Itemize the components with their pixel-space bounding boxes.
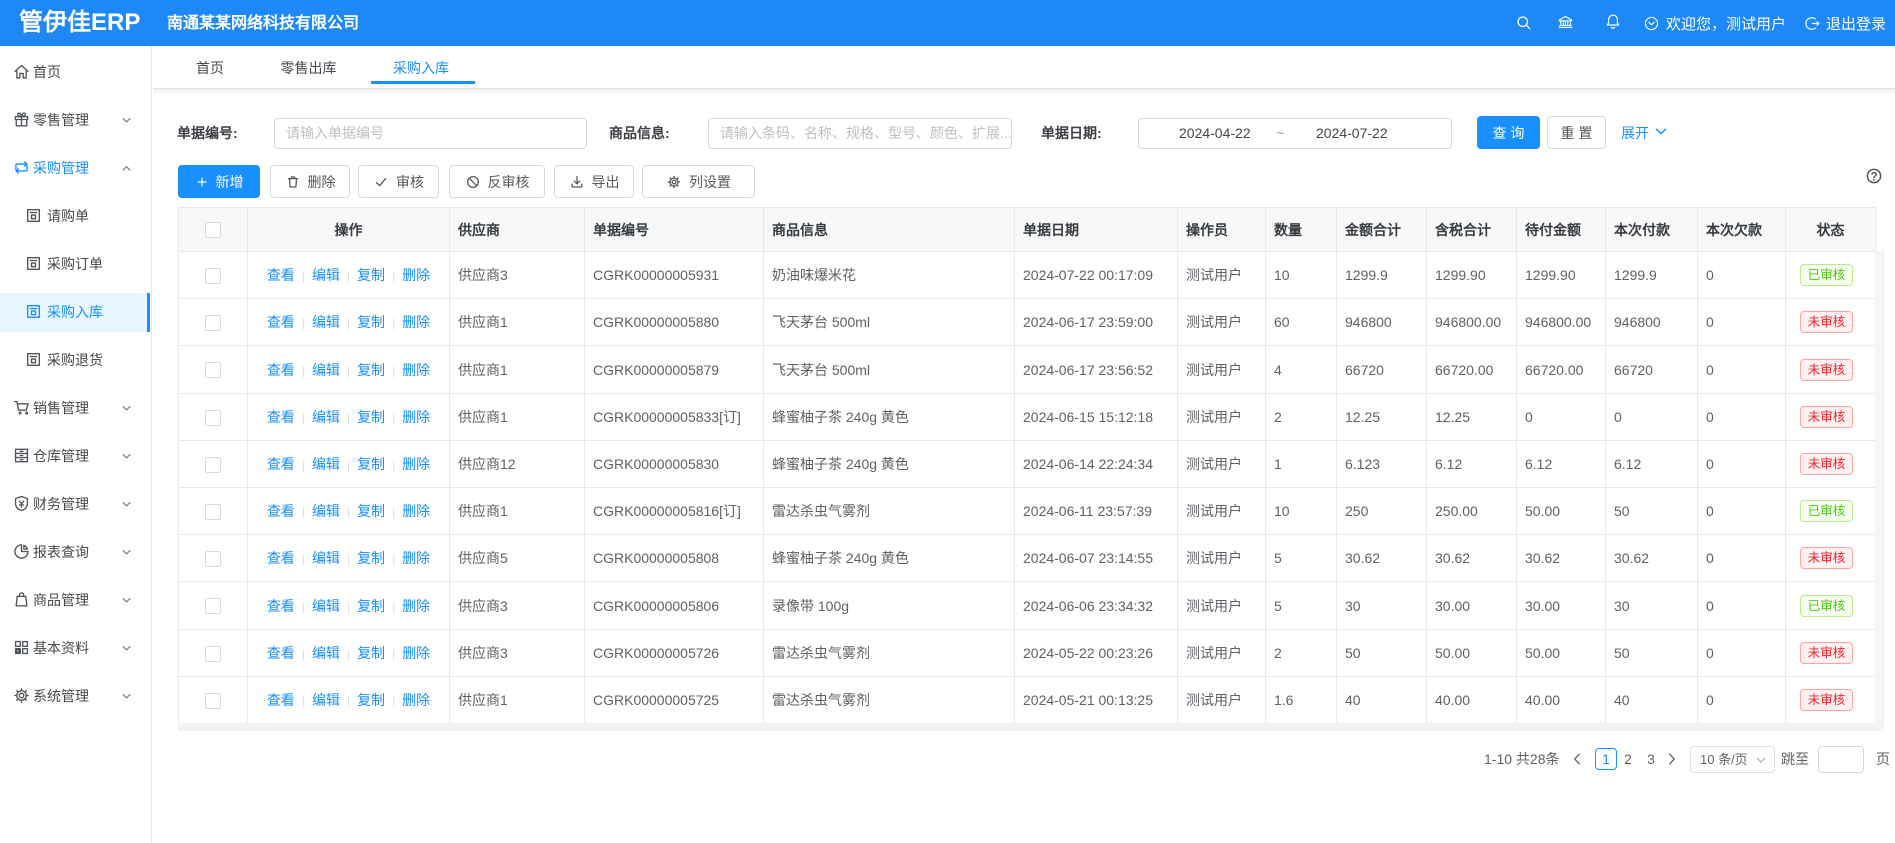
svg-text:?: ?: [1870, 171, 1877, 183]
